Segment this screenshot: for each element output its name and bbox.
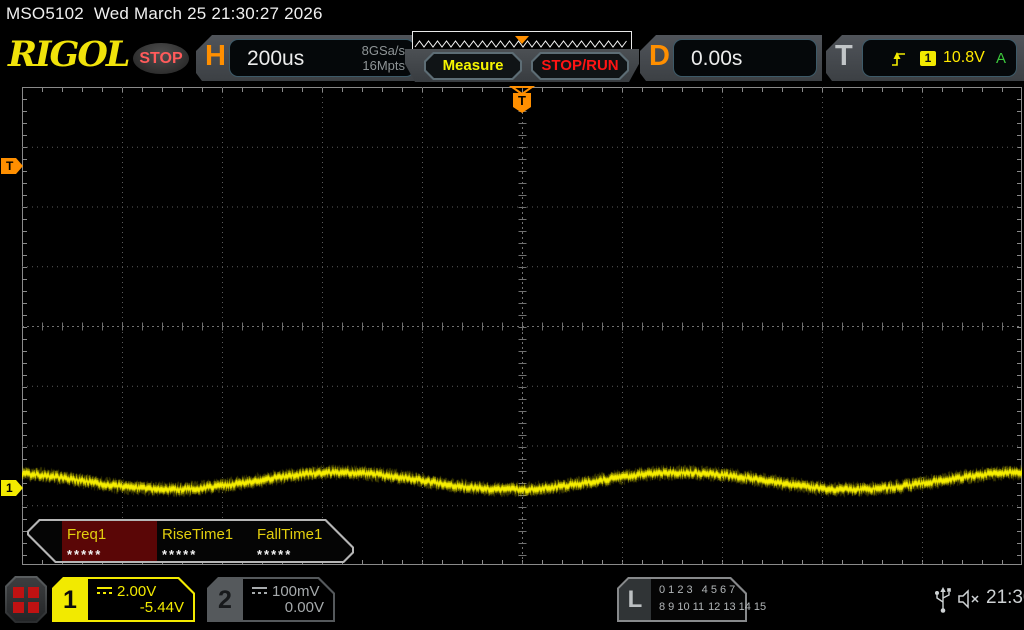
rigol-logo: RIGOL <box>8 34 130 75</box>
oscilloscope-screen: MSO5102 Wed March 25 21:30:27 2026 RIGOL… <box>0 0 1024 630</box>
measurement-value: ***** <box>67 547 103 562</box>
digital-group-4-7: 4 5 6 7 <box>701 584 736 596</box>
delay-panel[interactable]: D 0.00s <box>640 35 822 81</box>
digital-group-8-11: 8 9 10 11 <box>659 601 705 613</box>
usb-icon <box>935 587 951 613</box>
stop-run-button[interactable]: STOP/RUN <box>531 52 629 80</box>
trigger-label: T <box>835 40 853 72</box>
sample-rate-memdepth: 8GSa/s 16Mpts <box>362 43 405 73</box>
status-bar: MSO5102 Wed March 25 21:30:27 2026 <box>0 0 1024 29</box>
trigger-sweep-mode: A <box>995 50 1006 67</box>
menu-grid-button[interactable] <box>5 576 47 623</box>
measurement-value: ***** <box>257 547 293 562</box>
stop-run-button-label: STOP/RUN <box>533 54 627 78</box>
channel2-scale: 100mV <box>272 583 320 600</box>
dc-coupling-icon <box>97 587 112 596</box>
channel1-values: 2.00V -5.44V <box>88 579 193 620</box>
channel1-offset: -5.44V <box>139 599 184 616</box>
speaker-muted-icon <box>958 589 979 609</box>
trigger-level-marker[interactable]: T <box>1 158 23 174</box>
datetime: Wed March 25 21:30:27 2026 <box>93 4 323 23</box>
dc-coupling-icon <box>252 587 267 596</box>
channel1-offset-marker[interactable]: 1 <box>1 480 23 496</box>
channel2-offset: 0.00V <box>284 599 324 616</box>
measurement-item-freq1[interactable]: Freq1 ***** <box>62 521 157 561</box>
digital-channel-numbers: 0 1 2 3 4 5 6 7 8 9 10 11 12 13 14 15 <box>659 582 766 616</box>
channel1-waveform <box>22 87 1022 565</box>
memory-depth: 16Mpts <box>362 58 405 73</box>
trigger-source-badge: 1 <box>920 51 936 66</box>
channel2-number: 2 <box>218 586 232 614</box>
measurement-name: RiseTime1 <box>162 526 234 543</box>
digital-group-12-15: 12 13 14 15 <box>708 601 767 613</box>
rising-edge-icon <box>891 49 907 69</box>
timebase-box: 200us 8GSa/s 16Mpts <box>229 39 415 77</box>
horizontal-label: H <box>205 40 226 72</box>
channel1-offset-marker-label: 1 <box>6 481 13 495</box>
menu-grid-icon <box>7 578 45 621</box>
channel1-block[interactable]: 1 2.00V -5.44V <box>52 577 195 622</box>
channel1-scale: 2.00V <box>117 583 157 600</box>
svg-text:T: T <box>518 93 526 108</box>
channel1-number: 1 <box>63 586 77 614</box>
measurement-value: ***** <box>162 547 198 562</box>
trigger-level-marker-label: T <box>6 159 14 173</box>
waveform-preview-icon <box>414 36 627 48</box>
delay-value: 0.00s <box>691 47 743 70</box>
timebase-value: 200us <box>247 47 305 70</box>
trigger-level-value: 10.8V <box>943 49 985 66</box>
sample-rate: 8GSa/s <box>361 43 405 58</box>
delay-label: D <box>649 40 670 72</box>
measurement-name: Freq1 <box>67 526 107 543</box>
digital-label: L <box>619 579 651 620</box>
measure-button[interactable]: Measure <box>424 52 522 80</box>
trigger-panel[interactable]: T 1 10.8V A <box>826 35 1024 81</box>
channel2-values: 100mV 0.00V <box>243 579 333 620</box>
horizontal-timebase-panel[interactable]: H 200us 8GSa/s 16Mpts <box>196 35 420 81</box>
channel2-block[interactable]: 2 100mV 0.00V <box>207 577 335 622</box>
measurement-item-risetime1[interactable]: RiseTime1 ***** <box>157 521 252 561</box>
acquisition-state-badge: STOP <box>133 43 189 74</box>
model-name: MSO5102 <box>6 4 84 23</box>
measurement-panel-body: Freq1 ***** RiseTime1 ***** FallTime1 **… <box>29 521 352 561</box>
digital-group-0-3: 0 1 2 3 <box>659 584 693 596</box>
memory-position-indicator[interactable] <box>412 31 632 51</box>
measure-button-label: Measure <box>426 54 520 78</box>
measurement-item-falltime1[interactable]: FallTime1 ***** <box>252 521 347 561</box>
model-and-datetime: MSO5102 Wed March 25 21:30:27 2026 <box>6 4 323 24</box>
measurement-panel: Freq1 ***** RiseTime1 ***** FallTime1 **… <box>27 519 354 563</box>
trigger-box: 1 10.8V A <box>862 39 1017 77</box>
clock: 21:30 <box>986 587 1024 608</box>
measurement-name: FallTime1 <box>257 526 323 543</box>
trigger-position-marker[interactable]: T <box>508 85 536 114</box>
delay-box: 0.00s <box>673 39 817 77</box>
digital-channels-block[interactable]: L 0 1 2 3 4 5 6 7 8 9 10 11 12 13 14 15 <box>617 577 766 622</box>
